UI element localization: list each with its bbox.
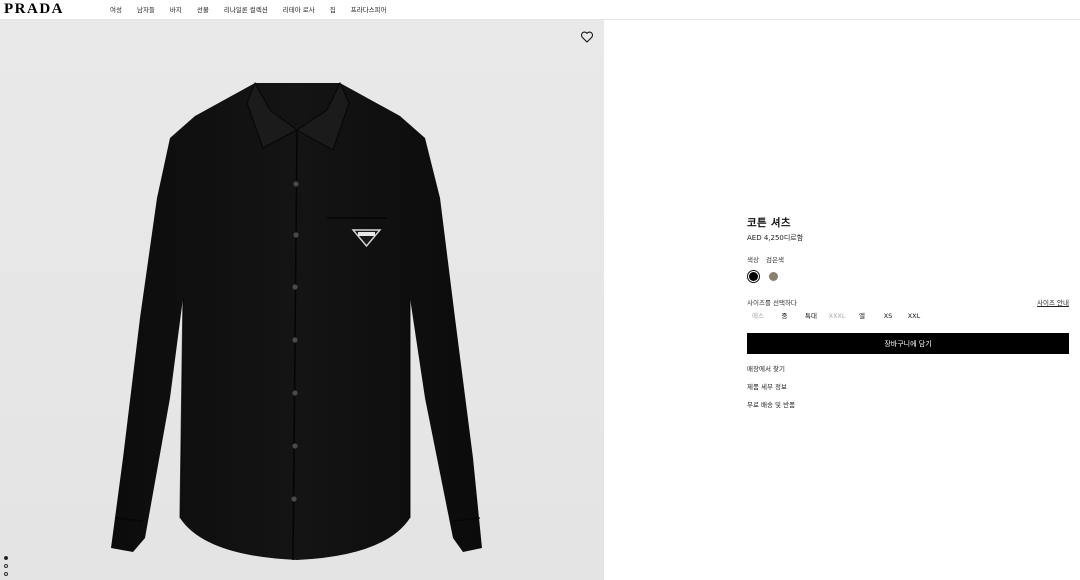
main-nav: 여성 남자들 바지 선물 리나일론 컬렉션 리테아 로사 집 프라다스피어 [108,0,400,20]
add-to-cart-button[interactable]: 장바구니에 담기 [747,333,1069,354]
size-option-xs[interactable]: XS [875,311,901,321]
size-option-xl[interactable]: 특대 [797,311,825,321]
nav-item-re-nylon[interactable]: 리나일론 컬렉션 [222,0,270,20]
color-swatch-taupe[interactable] [767,270,780,283]
top-navigation-bar: PRADA 여성 남자들 바지 선물 리나일론 컬렉션 리테아 로사 집 프라다… [0,0,1080,20]
nav-item-men[interactable]: 남자들 [135,0,157,20]
product-image-gallery[interactable] [0,20,604,580]
swatch-fill-taupe [769,272,778,281]
size-option-s[interactable]: 에스 [747,311,769,321]
nav-item-gifts[interactable]: 선물 [195,0,211,20]
nav-item-luna-rossa[interactable]: 리테아 로사 [281,0,317,20]
find-in-store-link[interactable]: 매장에서 찾기 [747,363,785,373]
size-option-xxl[interactable]: XXL [901,311,927,321]
color-info: 색상 검은색 [747,254,789,264]
color-swatches [747,270,780,283]
nav-item-home[interactable]: 집 [328,0,338,20]
gallery-dot-3[interactable] [4,572,8,576]
product-details-panel: 코튼 셔츠 AED 4,250디르함 색상 검은색 사이즈를 선택하다 사이즈 … [604,20,1080,580]
shipping-returns-link[interactable]: 무료 배송 및 반품 [747,399,795,409]
size-option-xxxl[interactable]: XXXL [825,311,849,321]
heart-icon[interactable] [580,30,594,44]
swatch-fill-black [749,272,758,281]
prada-logo[interactable]: PRADA [4,1,64,17]
color-swatch-black[interactable] [747,270,760,283]
size-options: 에스 중 특대 XXXL 엘 XS XXL [747,311,927,321]
size-select-label: 사이즈를 선택하다 [747,299,797,307]
nav-item-women[interactable]: 여성 [108,0,124,20]
gallery-pagination [4,556,8,576]
color-value: 검은색 [766,256,784,264]
size-option-m[interactable]: 중 [772,311,797,321]
product-price: AED 4,250디르함 [747,234,804,242]
nav-item-pants[interactable]: 바지 [168,0,184,20]
nav-item-pradasphere[interactable]: 프라다스피어 [349,0,389,20]
color-label: 색상 [747,256,759,264]
gallery-dot-1[interactable] [4,556,8,560]
size-guide-link[interactable]: 사이즈 안내 [1037,297,1069,307]
product-details-link[interactable]: 제품 세부 정보 [747,381,787,391]
gallery-dot-2[interactable] [4,564,8,568]
product-name: 코튼 셔츠 [747,217,791,229]
product-image-shirt [111,81,482,561]
size-option-l[interactable]: 엘 [849,311,875,321]
